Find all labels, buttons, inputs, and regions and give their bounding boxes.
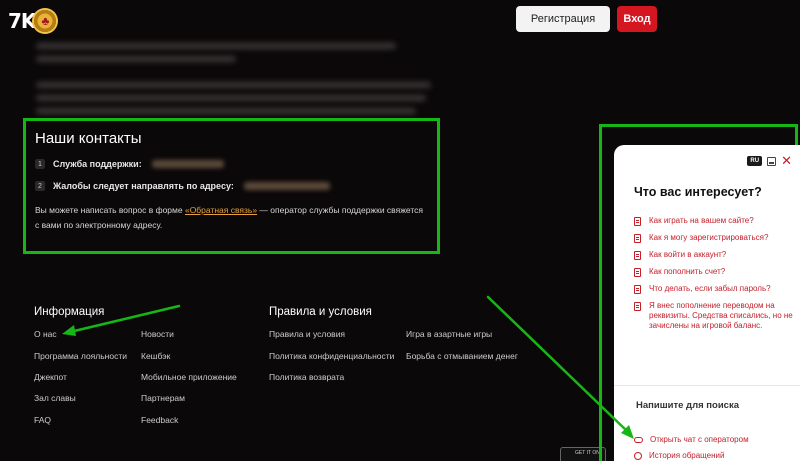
contact-complaints-label: Жалобы следует направлять по адресу: [53,181,234,191]
footer-rules-title: Правила и условия [269,306,372,318]
faq-item[interactable]: Как пополнить счет? [634,267,794,277]
footer-link-jackpot[interactable]: Джекпот [34,372,67,382]
footer-link-cashback[interactable]: Кешбэк [141,351,170,361]
faq-item-label: Как играть на вашем сайте? [649,216,754,225]
list-number: 1 [35,159,45,169]
register-button[interactable]: Регистрация [516,6,610,32]
faq-item-label: Я внес пополнение переводом на реквизиты… [649,301,793,330]
contact-support-row: 1 Служба поддержки: [35,159,428,169]
chat-bubble-icon [634,436,643,443]
footer-link-loyalty[interactable]: Программа лояльности [34,351,127,361]
blurred-email [151,160,224,168]
widget-search-input[interactable]: Напишите для поиска [636,400,739,411]
footer-link-faq[interactable]: FAQ [34,415,51,425]
document-icon [634,268,641,277]
faq-item[interactable]: Как войти в аккаунт? [634,250,794,260]
faq-list: Как играть на вашем сайте? Как я могу за… [634,216,794,338]
feedback-link[interactable]: «Обратная связь» [185,205,257,215]
faq-item-label: Как войти в аккаунт? [649,250,727,259]
list-number: 2 [35,181,45,191]
footer-info-title: Информация [34,306,105,318]
clock-icon [634,451,642,460]
faq-item-label: Что делать, если забыл пароль? [649,284,771,293]
footer-link-gambling[interactable]: Игра в азартные игры [406,329,492,339]
blurred-email [243,182,330,190]
language-selector[interactable]: RU [747,156,763,166]
contact-complaints-row: 2 Жалобы следует направлять по адресу: [35,181,428,191]
faq-item[interactable]: Как играть на вашем сайте? [634,216,794,226]
contacts-description: Вы можете написать вопрос в форме «Обрат… [35,203,428,233]
faq-item-label: Как пополнить счет? [649,267,726,276]
blurred-text-line [36,108,416,114]
contacts-title: Наши контакты [35,130,142,147]
footer-link-about[interactable]: О нас [34,329,57,339]
logo-text: 7K [8,9,36,33]
close-icon[interactable]: ✕ [781,155,792,168]
minimize-icon[interactable] [767,156,777,166]
description-text: Вы можете написать вопрос в форме [35,205,185,215]
document-icon [634,234,641,243]
open-chat-button[interactable]: Открыть чат с оператором [634,435,749,444]
blurred-text-line [36,56,236,62]
site-logo[interactable]: 7K ♣ [8,6,64,36]
contacts-section: Наши контакты 1 Служба поддержки: 2 Жало… [23,118,440,254]
faq-item-label: Как я могу зарегистрироваться? [649,233,769,242]
footer-link-feedback[interactable]: Feedback [141,415,178,425]
blurred-text-line [36,43,396,49]
faq-item[interactable]: Как я могу зарегистрироваться? [634,233,794,243]
history-button[interactable]: История обращений [634,451,724,460]
arrow-head-icon [62,325,76,336]
blurred-text-line [36,82,431,88]
faq-item[interactable]: Что делать, если забыл пароль? [634,284,794,294]
blurred-text-line [36,95,426,101]
casino-chip-icon: ♣ [32,8,59,34]
support-widget: RU ✕ Что вас интересует? Как играть на в… [614,145,800,461]
document-icon [634,285,641,294]
footer-link-terms[interactable]: Правила и условия [269,329,345,339]
widget-title: Что вас интересует? [634,185,762,199]
widget-divider [614,385,800,386]
open-chat-label: Открыть чат с оператором [650,435,749,444]
footer-link-privacy[interactable]: Политика конфиденциальности [269,351,394,361]
document-icon [634,251,641,260]
document-icon [634,302,641,311]
contact-support-label: Служба поддержки: [53,159,142,169]
history-label: История обращений [649,451,725,460]
login-button[interactable]: Вход [617,6,657,32]
widget-toolbar: RU ✕ [747,155,792,168]
footer-link-mobile-app[interactable]: Мобильное приложение [141,372,237,382]
document-icon [634,217,641,226]
footer-link-aml[interactable]: Борьба с отмыванием денег [406,351,518,361]
footer-link-partners[interactable]: Партнерам [141,393,185,403]
footer-link-hall-of-fame[interactable]: Зал славы [34,393,76,403]
footer-link-refund[interactable]: Политика возврата [269,372,344,382]
footer-link-news[interactable]: Новости [141,329,174,339]
faq-item[interactable]: Я внес пополнение переводом на реквизиты… [634,301,794,331]
